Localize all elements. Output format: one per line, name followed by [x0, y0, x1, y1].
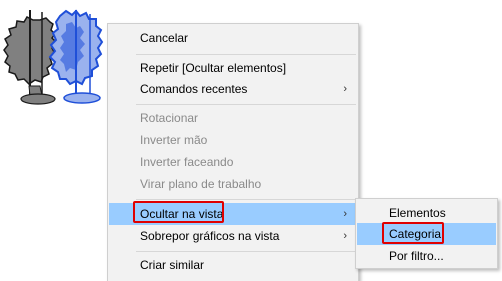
menu-item-label: Criar similar: [140, 258, 204, 272]
menu-item-label: Rotacionar: [140, 111, 199, 125]
menu-item-label: Inverter mão: [140, 133, 208, 147]
menu-item-flip-facing[interactable]: Inverter faceando: [109, 151, 357, 173]
menu-item-label: Virar plano de trabalho: [140, 177, 262, 191]
menu-item-label: Inverter faceando: [140, 155, 234, 169]
submenu-item-elements[interactable]: Elementos: [357, 202, 496, 224]
menu-separator: [136, 54, 356, 55]
submenu-item-label: Categoria: [389, 227, 442, 241]
menu-item-label: Sobrepor gráficos na vista: [140, 229, 280, 243]
menu-item-label: Repetir [Ocultar elementos]: [140, 61, 287, 75]
context-menu: Cancelar Repetir [Ocultar elementos] Com…: [107, 23, 359, 281]
menu-item-hide-in-view[interactable]: Ocultar na vista ›: [109, 203, 357, 225]
menu-item-cancel[interactable]: Cancelar: [109, 27, 357, 49]
hide-in-view-submenu: Elementos Categoria Por filtro...: [355, 198, 498, 269]
gray-tree-icon[interactable]: [3, 10, 57, 105]
menu-separator: [136, 251, 356, 252]
submenu-item-label: Elementos: [389, 206, 446, 220]
menu-item-repeat[interactable]: Repetir [Ocultar elementos]: [109, 57, 357, 79]
chevron-right-icon: ›: [343, 83, 347, 95]
menu-item-label: Cancelar: [140, 31, 189, 45]
menu-item-label: Comandos recentes: [140, 82, 248, 96]
submenu-item-label: Por filtro...: [389, 249, 444, 263]
menu-item-flip-hand[interactable]: Inverter mão: [109, 129, 357, 151]
menu-item-rotate[interactable]: Rotacionar: [109, 107, 357, 129]
menu-item-flip-workplane[interactable]: Virar plano de trabalho: [109, 173, 357, 195]
chevron-right-icon: ›: [343, 230, 347, 242]
menu-item-label: Ocultar na vista: [140, 207, 224, 221]
selected-blue-tree-icon[interactable]: [48, 9, 104, 104]
menu-item-override-graphics[interactable]: Sobrepor gráficos na vista ›: [109, 225, 357, 247]
chevron-right-icon: ›: [343, 208, 347, 220]
submenu-item-category[interactable]: Categoria: [357, 223, 496, 245]
canvas-tree-symbols: [3, 9, 104, 105]
menu-separator: [136, 199, 356, 200]
menu-separator: [136, 104, 356, 105]
submenu-item-by-filter[interactable]: Por filtro...: [357, 245, 496, 267]
menu-item-recent-commands[interactable]: Comandos recentes ›: [109, 78, 357, 100]
menu-item-create-similar[interactable]: Criar similar: [109, 254, 357, 276]
